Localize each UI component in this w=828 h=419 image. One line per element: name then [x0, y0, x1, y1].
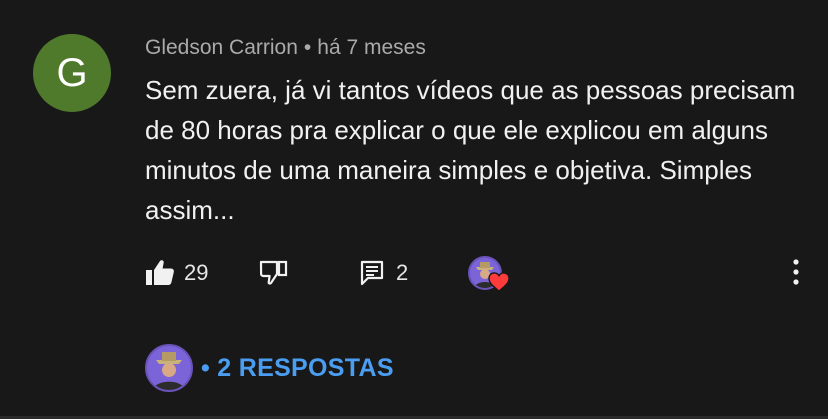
- comment-header: Gledson Carrion • há 7 meses: [145, 36, 426, 60]
- more-vertical-icon[interactable]: [790, 258, 802, 286]
- comment-time: há 7 meses: [317, 36, 426, 59]
- comment-text: Sem zuera, já vi tantos vídeos que as pe…: [145, 75, 796, 225]
- reply-count: 2: [396, 260, 409, 285]
- thumbs-up-icon[interactable]: [145, 258, 175, 286]
- header-separator: •: [303, 36, 312, 59]
- like-count: 29: [184, 260, 209, 285]
- thumbs-down-icon[interactable]: [259, 260, 289, 286]
- author-avatar[interactable]: G: [33, 34, 111, 112]
- reply-author-avatar: [145, 344, 193, 392]
- comment-icon[interactable]: [360, 260, 384, 286]
- view-replies-button[interactable]: • 2 RESPOSTAS: [145, 344, 394, 392]
- avatar-letter: G: [56, 50, 88, 95]
- replies-label[interactable]: • 2 RESPOSTAS: [201, 354, 394, 383]
- author-name[interactable]: Gledson Carrion: [145, 36, 298, 59]
- comment-actions: 29 2: [0, 250, 828, 294]
- heart-icon: [488, 272, 510, 292]
